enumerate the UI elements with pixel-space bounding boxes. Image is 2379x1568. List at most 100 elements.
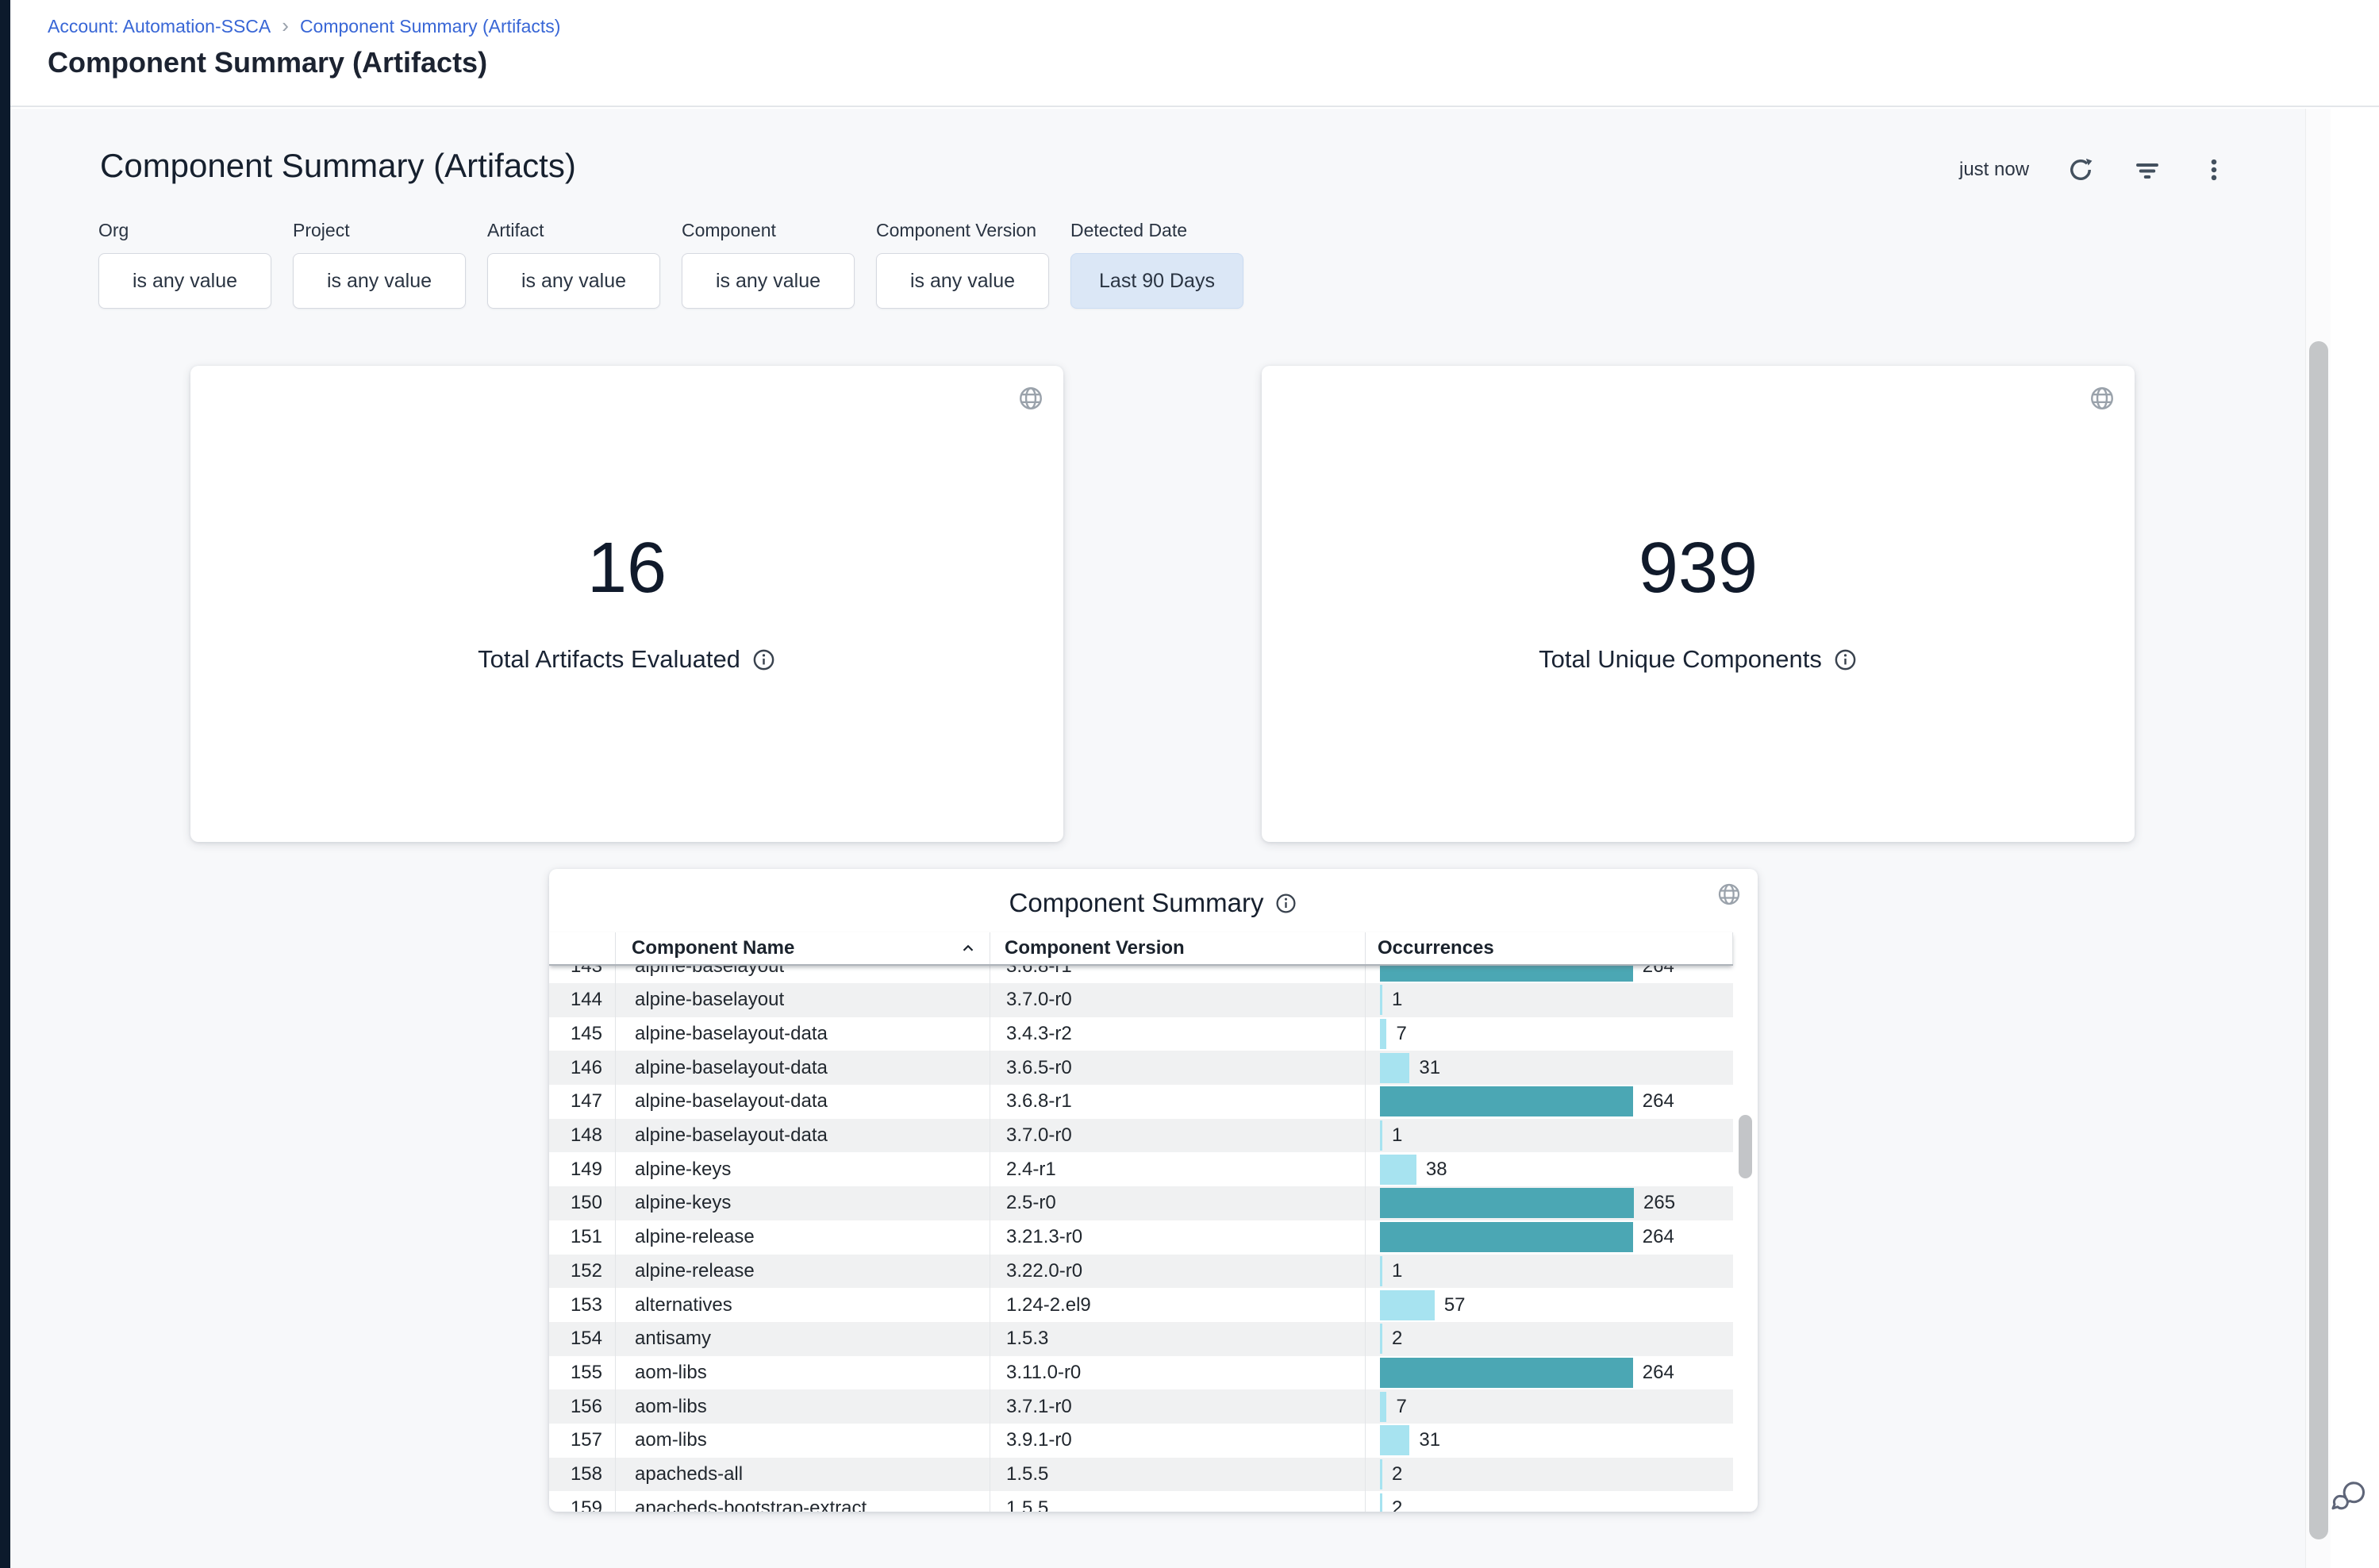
occurrences-cell: 264 [1365,1356,1733,1390]
globe-icon [2089,385,2116,412]
chat-help-icon[interactable] [2325,1471,2373,1519]
column-header-component-version[interactable]: Component Version [990,932,1365,964]
occurrences-value: 264 [1643,1090,1674,1113]
occurrences-cell: 31 [1365,1051,1733,1085]
row-index: 143 [549,966,615,983]
component-version-cell: 3.7.0-r0 [990,983,1365,1017]
globe-icon [1017,385,1044,412]
occurrences-value: 7 [1396,1023,1406,1045]
info-icon[interactable] [1833,648,1858,672]
column-header-component-name[interactable]: Component Name [615,932,990,964]
table-row: 146alpine-baselayout-data3.6.5-r031 [549,1051,1733,1085]
occurrences-bar [1380,1086,1633,1116]
occurrences-cell: 2 [1365,1458,1733,1492]
filter-value-pill[interactable]: is any value [98,253,271,309]
component-name-cell: alpine-release [615,1255,990,1289]
page-header: Account: Automation-SSCA › Component Sum… [10,0,2379,107]
occurrences-value: 2 [1392,1497,1402,1512]
nav-rail[interactable] [0,0,10,1568]
stat-card-total-artifacts: 16 Total Artifacts Evaluated [190,366,1063,842]
occurrences-cell: 31 [1365,1424,1733,1458]
component-name-cell: alternatives [615,1288,990,1322]
filter-value-pill[interactable]: is any value [682,253,855,309]
filter-group-component-version: Component Versionis any value [876,220,1049,309]
row-index: 146 [549,1051,615,1085]
dashboard-content: Component Summary (Artifacts) just now [10,109,2305,1568]
occurrences-value: 2 [1392,1463,1402,1485]
filter-group-component: Component is any value [682,220,855,309]
row-index: 155 [549,1356,615,1390]
occurrences-cell: 7 [1365,1017,1733,1051]
info-icon[interactable] [1274,892,1297,915]
row-index: 158 [549,1458,615,1492]
filter-value-pill[interactable]: is any value [293,253,466,309]
stat-label: Total Unique Components [1539,645,1822,674]
occurrences-bar [1380,1425,1409,1455]
info-icon[interactable] [751,648,776,672]
component-name-cell: alpine-keys [615,1186,990,1220]
row-index: 157 [549,1424,615,1458]
stat-card-unique-components: 939 Total Unique Components [1262,366,2135,842]
occurrences-value: 38 [1426,1159,1447,1181]
page-scrollbar-thumb[interactable] [2309,341,2328,1539]
row-index: 150 [549,1186,615,1220]
filter-label: Component [682,220,855,241]
refresh-icon[interactable] [2066,155,2096,185]
breadcrumb-current-link[interactable]: Component Summary (Artifacts) [300,16,560,37]
filter-label: Org [98,220,271,241]
component-version-cell: 2.5-r0 [990,1186,1365,1220]
occurrences-bar [1380,1392,1386,1422]
component-version-cell: 3.11.0-r0 [990,1356,1365,1390]
occurrences-value: 31 [1419,1429,1440,1451]
component-version-cell: 1.5.3 [990,1322,1365,1356]
component-name-cell: alpine-release [615,1220,990,1255]
component-version-cell: 3.9.1-r0 [990,1424,1365,1458]
row-index: 144 [549,983,615,1017]
page-scrollbar[interactable] [2305,109,2331,1568]
component-version-cell: 1.24-2.el9 [990,1288,1365,1322]
component-name-cell: alpine-baselayout [615,966,990,983]
component-version-cell: 1.5.5 [990,1491,1365,1512]
occurrences-cell: 7 [1365,1389,1733,1424]
row-index: 159 [549,1491,615,1512]
filter-value-pill[interactable]: Last 90 Days [1070,253,1243,309]
column-header-occurrences[interactable]: Occurrences [1365,932,1733,964]
filter-value-pill[interactable]: is any value [487,253,660,309]
app-root: Account: Automation-SSCA › Component Sum… [0,0,2379,1568]
breadcrumb-account-link[interactable]: Account: Automation-SSCA [48,16,271,37]
component-name-cell: aom-libs [615,1356,990,1390]
component-version-cell: 3.7.0-r0 [990,1119,1365,1153]
table-row: 143alpine-baselayout3.6.8-r1264 [549,966,1733,983]
table-row: 156aom-libs3.7.1-r07 [549,1389,1733,1424]
occurrences-cell: 1 [1365,1255,1733,1289]
table-row: 148alpine-baselayout-data3.7.0-r01 [549,1119,1733,1153]
table-row: 144alpine-baselayout3.7.0-r01 [549,983,1733,1017]
filter-label: Artifact [487,220,660,241]
more-options-icon[interactable] [2199,155,2229,185]
table-title: Component Summary [1009,888,1264,918]
occurrences-value: 7 [1396,1396,1406,1418]
component-name-cell: aom-libs [615,1424,990,1458]
filter-group-artifact: Artifact is any value [487,220,660,309]
occurrences-bar [1380,1459,1382,1489]
component-name-cell: alpine-baselayout-data [615,1051,990,1085]
filter-icon[interactable] [2132,155,2162,185]
occurrences-bar [1380,1188,1634,1218]
occurrences-value: 2 [1392,1328,1402,1350]
component-name-cell: apacheds-all [615,1458,990,1492]
filter-group-project: Projectis any value [293,220,466,309]
occurrences-value: 265 [1643,1192,1675,1214]
filter-value-pill[interactable]: is any value [876,253,1049,309]
occurrences-cell: 264 [1365,966,1733,983]
table-row: 149alpine-keys2.4-r138 [549,1152,1733,1186]
row-index: 152 [549,1255,615,1289]
component-name-cell: antisamy [615,1322,990,1356]
dashboard-title: Component Summary (Artifacts) [100,147,576,185]
occurrences-value: 1 [1392,989,1402,1011]
occurrences-value: 264 [1643,966,1674,978]
table-row: 145alpine-baselayout-data3.4.3-r27 [549,1017,1733,1051]
occurrences-bar [1380,1222,1633,1252]
row-index: 147 [549,1085,615,1119]
occurrences-bar [1380,1256,1382,1286]
table-scrollbar-thumb[interactable] [1739,1115,1752,1178]
